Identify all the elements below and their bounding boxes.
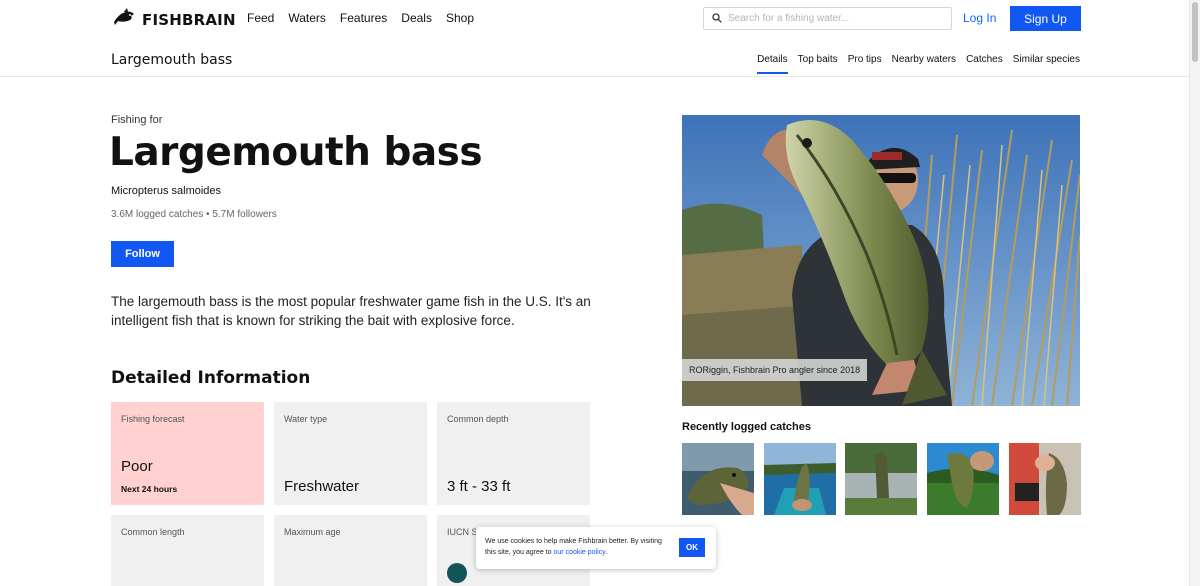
search-icon xyxy=(712,10,722,28)
search-input[interactable] xyxy=(728,13,938,24)
species-subnav: Largemouth bass Details Top baits Pro ti… xyxy=(0,36,1200,77)
card-fishing-forecast[interactable]: Fishing forecast Poor Next 24 hours xyxy=(111,402,264,505)
species-stats: 3.6M logged catches • 5.7M followers xyxy=(111,209,277,220)
logo[interactable]: FISHBRAIN xyxy=(112,7,236,32)
tab-top-baits[interactable]: Top baits xyxy=(798,54,838,74)
page-scrollbar[interactable] xyxy=(1189,0,1200,586)
catch-thumbnail[interactable] xyxy=(845,443,917,515)
card-label: Common length xyxy=(121,527,185,537)
signup-button[interactable]: Sign Up xyxy=(1010,6,1081,31)
species-title: Largemouth bass xyxy=(109,130,483,175)
tab-similar-species[interactable]: Similar species xyxy=(1013,54,1080,74)
tab-list: Details Top baits Pro tips Nearby waters… xyxy=(747,54,1080,74)
card-label: Fishing forecast xyxy=(121,414,185,424)
card-value: Poor xyxy=(121,458,153,475)
photo-credit: RORiggin, Fishbrain Pro angler since 201… xyxy=(682,359,868,381)
card-common-length[interactable]: Common length xyxy=(111,515,264,586)
nav-shop[interactable]: Shop xyxy=(446,11,474,25)
page: FISHBRAIN Feed Waters Features Deals Sho… xyxy=(0,0,1200,586)
cookie-text: We use cookies to help make Fishbrain be… xyxy=(485,536,665,558)
card-value: Freshwater xyxy=(284,478,360,495)
nav-deals[interactable]: Deals xyxy=(401,11,432,25)
nav-feed[interactable]: Feed xyxy=(247,11,274,25)
main-nav: Feed Waters Features Deals Shop xyxy=(247,11,488,25)
cookie-ok-button[interactable]: OK xyxy=(679,538,705,557)
top-navigation: FISHBRAIN Feed Waters Features Deals Sho… xyxy=(0,0,1200,36)
fish-icon xyxy=(112,7,136,32)
card-label: Water type xyxy=(284,414,328,424)
search-box xyxy=(703,7,952,30)
fishing-for-label: Fishing for xyxy=(111,114,163,126)
nav-features[interactable]: Features xyxy=(340,11,387,25)
card-label: Common depth xyxy=(447,414,509,424)
nav-waters[interactable]: Waters xyxy=(288,11,326,25)
login-link[interactable]: Log In xyxy=(963,11,996,25)
tab-details[interactable]: Details xyxy=(757,54,788,74)
catch-thumbnail[interactable] xyxy=(682,443,754,515)
tab-pro-tips[interactable]: Pro tips xyxy=(848,54,882,74)
tab-nearby-waters[interactable]: Nearby waters xyxy=(892,54,956,74)
scrollbar-thumb[interactable] xyxy=(1192,2,1198,62)
cookie-text-end: . xyxy=(605,549,608,556)
card-common-depth[interactable]: Common depth 3 ft - 33 ft xyxy=(437,402,590,505)
cookie-policy-link[interactable]: our cookie policy xyxy=(553,549,605,556)
catch-thumbnail[interactable] xyxy=(927,443,999,515)
card-label: Maximum age xyxy=(284,527,341,537)
card-sub: Next 24 hours xyxy=(121,484,178,494)
card-water-type[interactable]: Water type Freshwater xyxy=(274,402,427,505)
logo-text: FISHBRAIN xyxy=(142,10,236,29)
species-description: The largemouth bass is the most popular … xyxy=(111,294,591,328)
catch-thumbnail[interactable] xyxy=(1009,443,1081,515)
follow-button[interactable]: Follow xyxy=(111,241,174,267)
scientific-name: Micropterus salmoides xyxy=(111,185,222,197)
card-maximum-age[interactable]: Maximum age xyxy=(274,515,427,586)
detailed-info-heading: Detailed Information xyxy=(111,368,311,388)
recent-catches-heading: Recently logged catches xyxy=(682,421,811,433)
tab-catches[interactable]: Catches xyxy=(966,54,1003,74)
subnav-title: Largemouth bass xyxy=(111,52,233,68)
iucn-status-icon xyxy=(447,563,467,583)
card-value: 3 ft - 33 ft xyxy=(447,478,511,495)
catch-thumbnail[interactable] xyxy=(764,443,836,515)
